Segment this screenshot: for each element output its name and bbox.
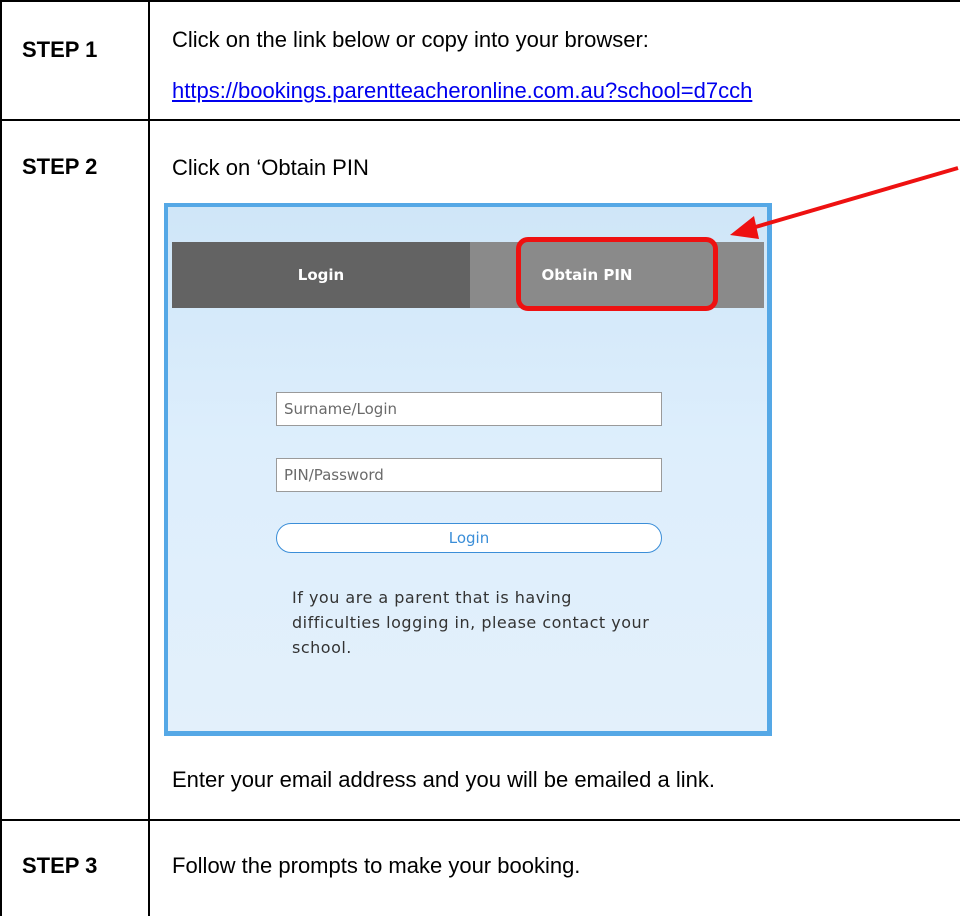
- step-3-label: STEP 3: [22, 853, 98, 878]
- step-2-label: STEP 2: [22, 154, 98, 179]
- step-2-after-text: Enter your email address and you will be…: [172, 767, 715, 792]
- column-divider: [148, 0, 150, 916]
- login-button[interactable]: Login: [276, 523, 662, 553]
- booking-link[interactable]: https://bookings.parentteacheronline.com…: [172, 78, 752, 104]
- row-divider-1: [0, 119, 960, 121]
- surname-input[interactable]: [276, 392, 662, 426]
- step-2-instruction: Click on ‘Obtain PIN: [172, 155, 369, 180]
- tab-login[interactable]: Login: [172, 242, 470, 308]
- step-3-instruction: Follow the prompts to make your booking.: [172, 853, 581, 878]
- step-1-label: STEP 1: [22, 37, 98, 62]
- table-top-border: [0, 0, 960, 2]
- table-left-border: [0, 0, 2, 916]
- row-divider-2: [0, 819, 960, 821]
- tab-login-label: Login: [297, 266, 345, 284]
- step-1-instruction: Click on the link below or copy into you…: [172, 27, 649, 52]
- obtain-pin-highlight-box: [516, 237, 718, 311]
- pin-input[interactable]: [276, 458, 662, 492]
- login-help-text: If you are a parent that is having diffi…: [292, 588, 650, 657]
